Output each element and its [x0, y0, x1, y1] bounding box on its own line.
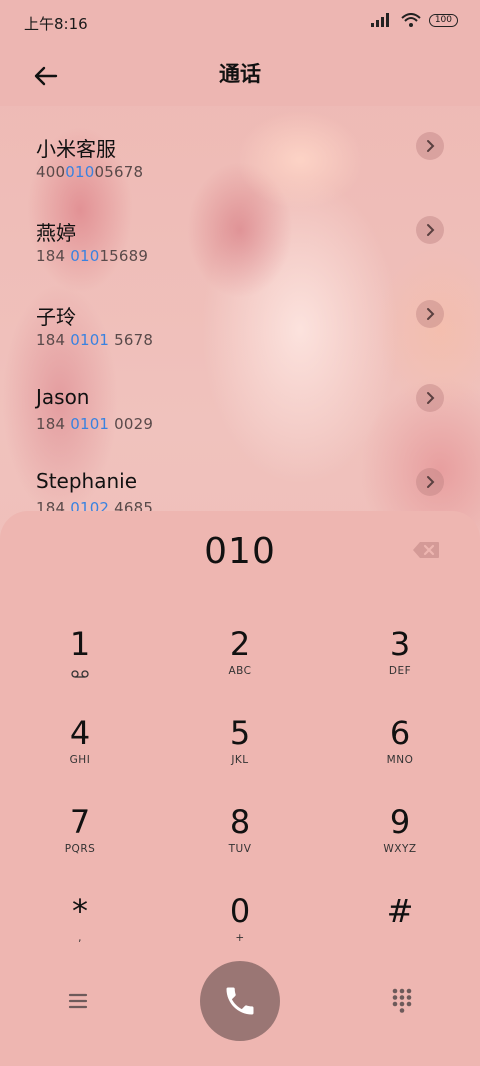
- dial-key-hash[interactable]: #: [340, 880, 460, 960]
- key-letters: DEF: [388, 665, 412, 677]
- contact-item[interactable]: Stephanie 184 0102 4685: [0, 442, 480, 516]
- contact-number: 184 0101 5678: [36, 331, 153, 349]
- key-digit: #: [386, 892, 414, 930]
- key-letters: +: [235, 932, 245, 944]
- contact-name: 子玲: [36, 305, 76, 329]
- battery-icon: 100: [428, 13, 458, 27]
- number-prefix: 184: [36, 247, 71, 265]
- dial-key-7[interactable]: 7 PQRS: [20, 791, 140, 871]
- dial-input[interactable]: 010: [0, 531, 480, 572]
- key-letters: WXYZ: [383, 843, 417, 855]
- app-header: 通话: [0, 46, 480, 106]
- chevron-right-icon: [427, 308, 435, 320]
- wifi-icon: [401, 13, 421, 27]
- contact-detail-button[interactable]: [416, 132, 444, 160]
- dial-key-9[interactable]: 9 WXYZ: [340, 791, 460, 871]
- dial-key-star[interactable]: * ,: [20, 880, 140, 960]
- number-match: 0101: [70, 415, 110, 433]
- key-digit: *: [72, 892, 88, 930]
- dialpad-icon: [392, 988, 412, 1013]
- contact-detail-button[interactable]: [416, 468, 444, 496]
- dial-key-1[interactable]: 1: [20, 613, 140, 693]
- key-letters: PQRS: [64, 843, 96, 855]
- chevron-right-icon: [427, 224, 435, 236]
- number-suffix: 05678: [94, 163, 144, 181]
- key-digit: 7: [69, 803, 91, 841]
- key-letters: MNO: [386, 754, 414, 766]
- key-digit: 5: [229, 714, 251, 752]
- key-letters: GHI: [69, 754, 91, 766]
- number-prefix: 400: [36, 163, 66, 181]
- contact-item[interactable]: 燕婷 184 01015689: [0, 190, 480, 274]
- key-digit: 3: [389, 625, 411, 663]
- contact-name: Stephanie: [36, 469, 138, 493]
- contact-item[interactable]: 小米客服 40001005678: [0, 106, 480, 190]
- dialpad-toggle-button[interactable]: [388, 985, 416, 1015]
- number-match: 010: [65, 163, 95, 181]
- contact-name: 燕婷: [36, 221, 76, 245]
- contact-number: 184 0101 0029: [36, 415, 153, 433]
- phone-icon: [226, 987, 254, 1015]
- contact-detail-button[interactable]: [416, 216, 444, 244]
- dial-key-3[interactable]: 3 DEF: [340, 613, 460, 693]
- signal-icon: [370, 13, 389, 27]
- key-digit: 9: [389, 803, 411, 841]
- key-digit: 1: [69, 625, 91, 663]
- number-match: 010: [70, 247, 100, 265]
- contact-item[interactable]: Jason 184 0101 0029: [0, 358, 480, 442]
- key-letters: ,: [78, 932, 82, 944]
- number-prefix: 184: [36, 331, 71, 349]
- page-title: 通话: [219, 62, 261, 86]
- dial-key-0[interactable]: 0 +: [180, 880, 300, 960]
- contact-number: 40001005678: [36, 163, 143, 181]
- key-letters: ABC: [228, 665, 252, 677]
- contact-number: 184 01015689: [36, 247, 148, 265]
- dial-key-8[interactable]: 8 TUV: [180, 791, 300, 871]
- chevron-right-icon: [427, 140, 435, 152]
- key-digit: 8: [229, 803, 251, 841]
- menu-icon: [68, 993, 88, 1009]
- key-letters: TUV: [228, 843, 252, 855]
- contact-name: Jason: [36, 385, 90, 409]
- key-letters: JKL: [231, 754, 249, 766]
- number-match: 0101: [70, 331, 110, 349]
- status-icons: 100: [370, 13, 458, 27]
- menu-button[interactable]: [64, 989, 92, 1013]
- number-suffix: 5678: [109, 331, 154, 349]
- number-suffix: 0029: [109, 415, 154, 433]
- contact-item[interactable]: 子玲 184 0101 5678: [0, 274, 480, 358]
- backspace-icon: [413, 542, 439, 558]
- key-digit: 4: [69, 714, 91, 752]
- call-button[interactable]: [200, 961, 280, 1041]
- chevron-right-icon: [427, 476, 435, 488]
- key-digit: 0: [229, 892, 251, 930]
- dial-key-4[interactable]: 4 GHI: [20, 702, 140, 782]
- status-time: 上午8:16: [24, 15, 88, 33]
- contact-list: 小米客服 40001005678 燕婷 184 01015689 子玲 184 …: [0, 106, 480, 516]
- status-bar: 上午8:16 100: [0, 0, 480, 46]
- dial-panel: 010 1 2 ABC 3 DEF 4 GHI 5 JKL 6 MNO 7 PQ…: [0, 511, 480, 1066]
- voicemail-icon: [71, 670, 89, 678]
- key-digit: 2: [229, 625, 251, 663]
- dial-key-6[interactable]: 6 MNO: [340, 702, 460, 782]
- number-suffix: 15689: [99, 247, 149, 265]
- contact-detail-button[interactable]: [416, 384, 444, 412]
- backspace-button[interactable]: [412, 541, 442, 563]
- chevron-right-icon: [427, 392, 435, 404]
- key-digit: 6: [389, 714, 411, 752]
- contact-detail-button[interactable]: [416, 300, 444, 328]
- contact-name: 小米客服: [36, 137, 116, 161]
- dial-key-5[interactable]: 5 JKL: [180, 702, 300, 782]
- dial-key-2[interactable]: 2 ABC: [180, 613, 300, 693]
- number-prefix: 184: [36, 415, 71, 433]
